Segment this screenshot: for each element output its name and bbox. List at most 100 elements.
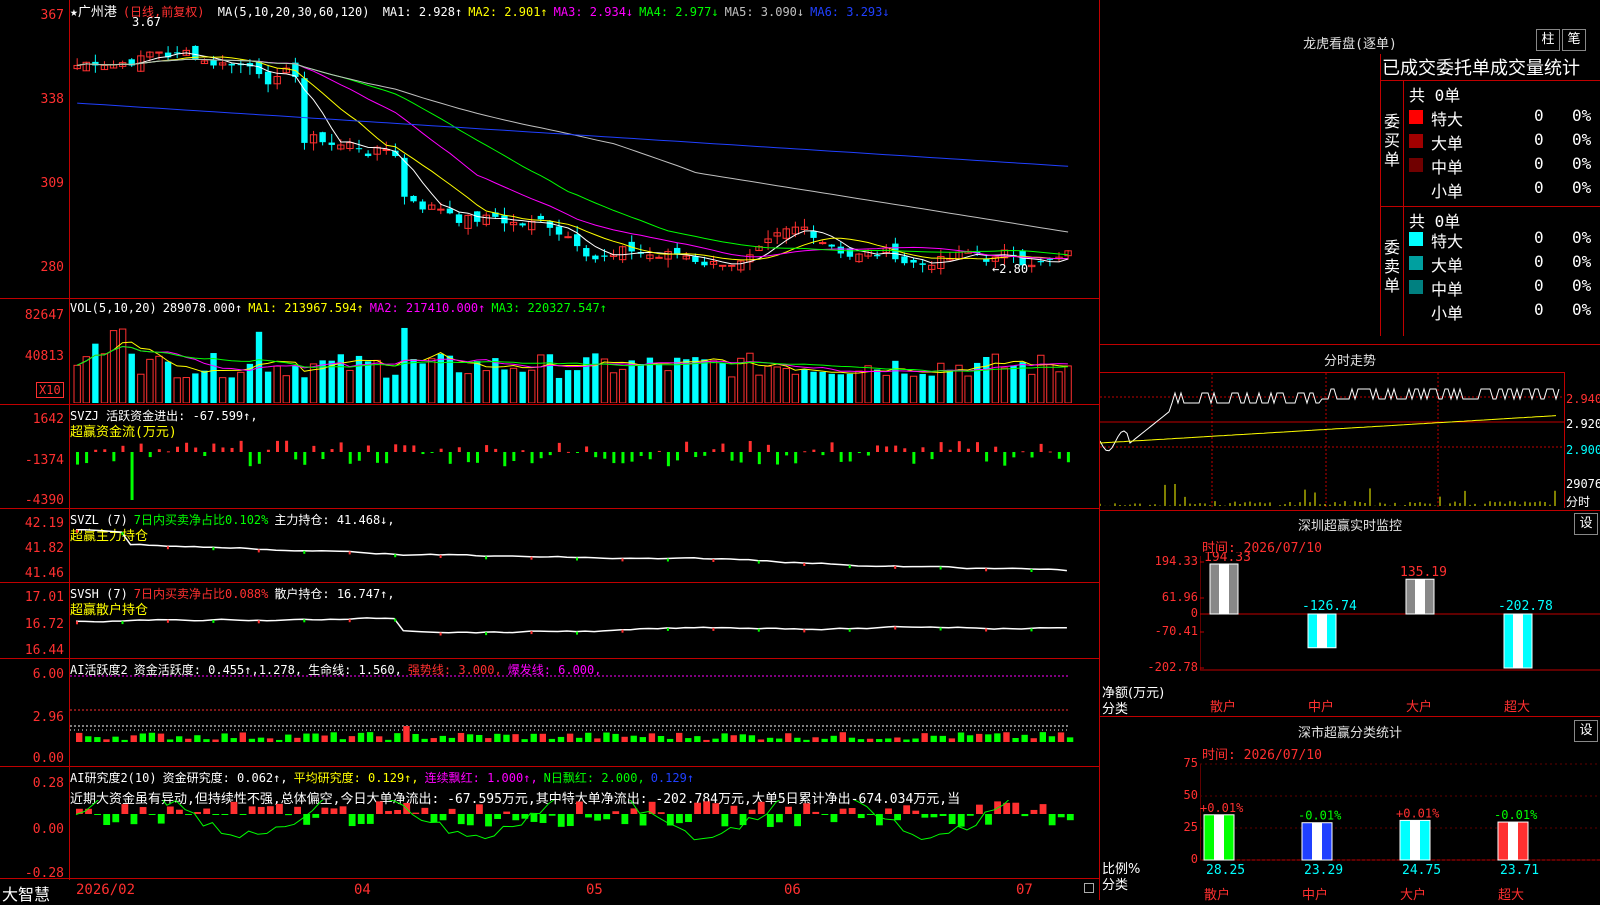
holding-tick: [257, 620, 260, 624]
monitor-axis-label: 194.33: [1154, 554, 1198, 568]
classification-change: +0.01%: [1396, 806, 1440, 820]
research-bar: [212, 814, 220, 815]
research-bar: [657, 812, 665, 814]
vol-axis-top: 82647: [24, 308, 64, 323]
volume-bar: [719, 363, 726, 403]
monitor-bar-chart[interactable]: 194.33 -126.74 135.19 -202.78: [1200, 552, 1600, 702]
classification-change: +0.01%: [1200, 801, 1244, 815]
monitor-settings-button[interactable]: 设: [1574, 513, 1598, 535]
activity-bar: [203, 739, 210, 742]
candle-body-down: [264, 71, 272, 85]
holding-tick: [166, 546, 169, 550]
holding-tick: [1030, 569, 1033, 572]
activity-bar: [648, 733, 656, 742]
activity-bar: [194, 735, 201, 742]
fund-flow-chart[interactable]: [70, 420, 1098, 506]
research-bar: [312, 814, 320, 818]
research-bar: [594, 814, 601, 821]
holding-tick: [394, 618, 397, 622]
fund-flow-bar: [685, 441, 689, 452]
volume-bar: [201, 370, 208, 403]
lock-icon[interactable]: [1084, 883, 1094, 893]
activity-bar: [257, 737, 265, 742]
volume-bar: [109, 330, 118, 403]
sell-row-count: 0: [1534, 228, 1544, 247]
fund-flow-bar: [176, 446, 179, 452]
classification-bar-chart[interactable]: +0.01% 28.25 -0.01% 23.29 +0.01% 24.75 -0.01% 2…: [1200, 760, 1600, 880]
research-bar: [348, 814, 356, 827]
research-bar: [257, 806, 265, 814]
volume-bar: [373, 359, 381, 403]
volume-bar: [346, 369, 354, 403]
holding-tick: [712, 559, 715, 562]
tick-mode-button[interactable]: 笔: [1562, 29, 1586, 51]
fund-flow-bar: [512, 452, 516, 462]
sell-row-pct: 0%: [1572, 276, 1592, 295]
candle-body-down: [555, 226, 563, 235]
volume-bar: [755, 374, 763, 403]
ma-line-10: [77, 56, 1069, 261]
fund-flow-bar: [157, 449, 161, 452]
volume-bar: [218, 377, 227, 403]
volume-bar: [337, 354, 344, 403]
activity-bar: [621, 736, 628, 742]
activity-bar: [166, 739, 174, 742]
activity-bar: [521, 739, 528, 742]
research-bar: [948, 814, 956, 825]
research-bar: [957, 814, 965, 827]
candle-body-down: [301, 78, 308, 143]
ma-item: MA6: 3.293↓: [810, 5, 890, 19]
research-bar: [921, 814, 929, 818]
holding-tick: [939, 566, 942, 570]
volume-bar: [709, 360, 718, 403]
volume-bar: [482, 370, 490, 403]
research-bar: [866, 814, 874, 815]
fund-flow-bar: [330, 449, 334, 452]
volume-bar: [292, 365, 299, 403]
right-panel: 龙虎看盘(逐单) 柱 笔 已成交委托单成交量统计 委买单 委卖单 共 0单 共 …: [1100, 0, 1600, 903]
price-axis-367: 367: [40, 8, 64, 23]
research-bar: [130, 814, 138, 825]
intraday-chart[interactable]: [1100, 373, 1564, 507]
candle-body-up: [655, 256, 663, 259]
classification-settings-button[interactable]: 设: [1574, 720, 1598, 742]
research-bar: [966, 814, 974, 816]
ai-activity-chart[interactable]: [70, 674, 1098, 766]
retail-holding-chart[interactable]: [70, 600, 1098, 658]
activity-bar: [612, 733, 619, 742]
fund-flow-bar: [739, 452, 743, 463]
ai-research-chart[interactable]: [70, 800, 1098, 878]
research-bar: [612, 811, 620, 814]
research-bar: [457, 814, 465, 825]
activity-bar: [212, 739, 219, 742]
research-bar: [885, 808, 892, 814]
activity-bar: [830, 735, 837, 742]
volume-chart[interactable]: [70, 315, 1098, 403]
activity-bar: [730, 735, 737, 742]
fund-flow-bar: [339, 442, 343, 452]
ma-item: MA2: 2.901↑: [468, 5, 548, 19]
main-holding-chart[interactable]: [70, 520, 1098, 582]
sell-row-count: 0: [1534, 252, 1544, 271]
svsh-item: 散户持仓: 16.747↑,: [274, 587, 395, 601]
activity-bar: [566, 733, 574, 742]
research-bar: [166, 806, 174, 814]
activity-bar: [921, 733, 928, 742]
activity-bar: [1039, 732, 1046, 742]
ma-item: MA4: 2.977↓: [639, 5, 719, 19]
bar-mode-button[interactable]: 柱: [1536, 29, 1560, 51]
volume-bar: [264, 371, 272, 403]
candlestick-chart[interactable]: [70, 18, 1098, 298]
fund-flow-bar: [430, 452, 434, 453]
brand-label[interactable]: 大智慧: [2, 881, 50, 905]
research-bar: [339, 806, 347, 814]
activity-bar: [121, 739, 128, 742]
activity-bar: [594, 738, 601, 742]
activity-bar: [785, 733, 792, 742]
activity-bar: [448, 737, 456, 742]
research-bar: [785, 806, 792, 814]
classification-xlabel: 分类: [1102, 878, 1129, 893]
volume-bar: [946, 369, 954, 403]
main-chart-area[interactable]: ★广州港 (日线,前复权) MA(5,10,20,30,60,120) MA1: …: [0, 0, 1100, 900]
activity-bar: [139, 733, 146, 742]
